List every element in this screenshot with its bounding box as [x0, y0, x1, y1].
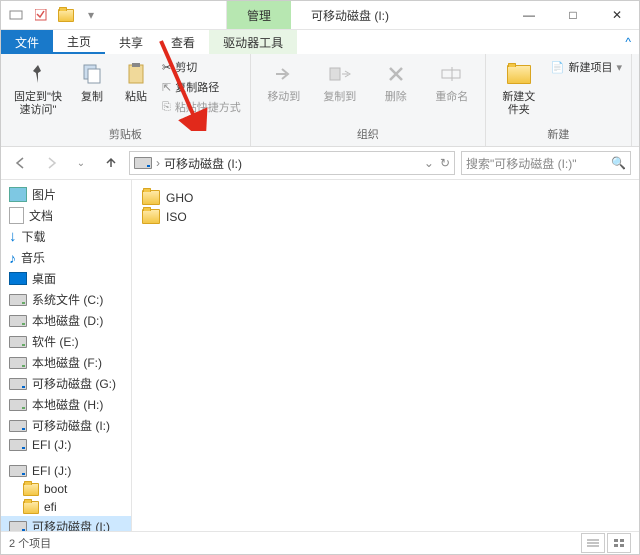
delete-button[interactable]: 删除 — [369, 56, 423, 108]
tab-file[interactable]: 文件 — [1, 30, 53, 54]
minimize-button[interactable]: — — [507, 1, 551, 29]
drive-icon — [134, 157, 152, 169]
recent-dropdown[interactable]: ⌄ — [69, 151, 93, 175]
explorer-window: ▾ 管理 可移动磁盘 (I:) — □ ✕ 文件 主页 共享 查看 驱动器工具 … — [0, 0, 640, 555]
move-to-button[interactable]: 移动到 — [257, 56, 311, 108]
tree-item[interactable]: 本地磁盘 (H:) — [1, 394, 131, 415]
tree-item[interactable]: 图片 — [1, 184, 131, 205]
copy-label: 复制 — [81, 91, 103, 104]
explorer-body: 图片文档↓下载♪音乐桌面系统文件 (C:)本地磁盘 (D:)软件 (E:)本地磁… — [1, 180, 639, 531]
pin-icon — [24, 60, 52, 88]
tab-view[interactable]: 查看 — [157, 30, 209, 54]
copy-icon — [78, 60, 106, 88]
file-item[interactable]: GHO — [142, 188, 629, 207]
group-label-organize: 组织 — [357, 124, 379, 144]
ribbon-group-open: 属性 📂打开▾ ✎编辑 🕘历史记录 打开 — [632, 54, 640, 146]
tab-drive-tools[interactable]: 驱动器工具 — [209, 30, 297, 54]
ribbon-group-clipboard: 固定到"快速访问" 复制 粘贴 ✂剪切 ⇱复制路径 ⎘粘贴快捷方式 剪贴板 — [1, 54, 251, 146]
pin-label: 固定到"快速访问" — [13, 91, 63, 116]
tree-item[interactable]: efi — [1, 498, 131, 516]
move-icon — [270, 60, 298, 88]
tree-item[interactable]: boot — [1, 480, 131, 498]
path-icon: ⇱ — [162, 81, 171, 94]
tree-item[interactable]: 本地磁盘 (F:) — [1, 352, 131, 373]
group-label-new: 新建 — [547, 124, 569, 144]
new-item-button[interactable]: 📄新建项目▾ — [548, 58, 625, 76]
tree-item[interactable]: 系统文件 (C:) — [1, 289, 131, 310]
ribbon-tabs: 文件 主页 共享 查看 驱动器工具 ^ — [1, 30, 639, 54]
tree-item[interactable]: EFI (J:) — [1, 462, 131, 480]
tree-item[interactable]: 本地磁盘 (D:) — [1, 310, 131, 331]
copy-to-button[interactable]: 复制到 — [313, 56, 367, 108]
shortcut-icon: ⎘ — [162, 101, 171, 114]
tree-item[interactable]: 软件 (E:) — [1, 331, 131, 352]
search-icon: 🔍 — [611, 156, 626, 170]
paste-icon — [122, 60, 150, 88]
tree-item[interactable]: ♪音乐 — [1, 247, 131, 268]
tree-item[interactable]: EFI (J:) — [1, 436, 131, 454]
view-icons-button[interactable] — [607, 533, 631, 553]
tab-share[interactable]: 共享 — [105, 30, 157, 54]
new-folder-icon — [505, 60, 533, 88]
nav-icon[interactable] — [5, 4, 27, 26]
tree-item[interactable]: 可移动磁盘 (I:) — [1, 516, 131, 531]
address-bar: ⌄ › 可移动磁盘 (I:) ⌄ ↻ 搜索"可移动磁盘 (I:)" 🔍 — [1, 147, 639, 180]
folder-icon[interactable] — [55, 4, 77, 26]
tab-home[interactable]: 主页 — [53, 30, 105, 54]
copy-path-button[interactable]: ⇱复制路径 — [159, 78, 244, 96]
quick-access-toolbar: ▾ — [1, 4, 106, 26]
rename-button[interactable]: 重命名 — [425, 56, 479, 108]
maximize-button[interactable]: □ — [551, 1, 595, 29]
tree-item[interactable]: 桌面 — [1, 268, 131, 289]
manage-context-tab[interactable]: 管理 — [226, 1, 291, 29]
search-placeholder: 搜索"可移动磁盘 (I:)" — [466, 155, 607, 172]
file-item[interactable]: ISO — [142, 207, 629, 226]
breadcrumb-sep: › — [156, 156, 160, 170]
titlebar: ▾ 管理 可移动磁盘 (I:) — □ ✕ — [1, 1, 639, 30]
new-folder-button[interactable]: 新建文件夹 — [492, 56, 546, 120]
scissors-icon: ✂ — [162, 61, 171, 74]
view-details-button[interactable] — [581, 533, 605, 553]
new-item-icon: 📄 — [551, 61, 565, 74]
window-title: 可移动磁盘 (I:) — [291, 1, 409, 29]
back-button[interactable] — [9, 151, 33, 175]
status-bar: 2 个项目 — [1, 531, 639, 554]
close-button[interactable]: ✕ — [595, 1, 639, 29]
tree-item[interactable]: 可移动磁盘 (I:) — [1, 415, 131, 436]
qat-dropdown-icon[interactable]: ▾ — [80, 4, 102, 26]
file-list[interactable]: GHOISO — [132, 180, 639, 531]
tree-item[interactable]: 可移动磁盘 (G:) — [1, 373, 131, 394]
tree-item[interactable]: ↓下载 — [1, 226, 131, 247]
ribbon: 固定到"快速访问" 复制 粘贴 ✂剪切 ⇱复制路径 ⎘粘贴快捷方式 剪贴板 — [1, 54, 639, 147]
group-label-clipboard: 剪贴板 — [109, 124, 142, 144]
tree-item[interactable]: 文档 — [1, 205, 131, 226]
breadcrumb-current[interactable]: 可移动磁盘 (I:) — [164, 155, 242, 172]
ribbon-collapse-icon[interactable]: ^ — [617, 30, 639, 54]
item-count: 2 个项目 — [9, 535, 51, 551]
cut-button[interactable]: ✂剪切 — [159, 58, 244, 76]
paste-shortcut-button[interactable]: ⎘粘贴快捷方式 — [159, 98, 244, 116]
refresh-button[interactable]: ↻ — [440, 156, 450, 170]
paste-button[interactable]: 粘贴 — [115, 56, 157, 108]
copy-button[interactable]: 复制 — [71, 56, 113, 108]
nav-tree[interactable]: 图片文档↓下载♪音乐桌面系统文件 (C:)本地磁盘 (D:)软件 (E:)本地磁… — [1, 180, 132, 531]
forward-button[interactable] — [39, 151, 63, 175]
delete-icon — [382, 60, 410, 88]
address-dropdown-icon[interactable]: ⌄ — [424, 156, 434, 170]
pin-button[interactable]: 固定到"快速访问" — [7, 56, 69, 120]
rename-icon — [438, 60, 466, 88]
paste-label: 粘贴 — [125, 91, 147, 104]
window-controls: — □ ✕ — [507, 1, 639, 29]
copyto-icon — [326, 60, 354, 88]
ribbon-group-organize: 移动到 复制到 删除 重命名 组织 — [251, 54, 486, 146]
search-input[interactable]: 搜索"可移动磁盘 (I:)" 🔍 — [461, 151, 631, 175]
ribbon-group-new: 新建文件夹 📄新建项目▾ 新建 — [486, 54, 632, 146]
up-button[interactable] — [99, 151, 123, 175]
address-input[interactable]: › 可移动磁盘 (I:) ⌄ ↻ — [129, 151, 455, 175]
checkmark-icon[interactable] — [30, 4, 52, 26]
